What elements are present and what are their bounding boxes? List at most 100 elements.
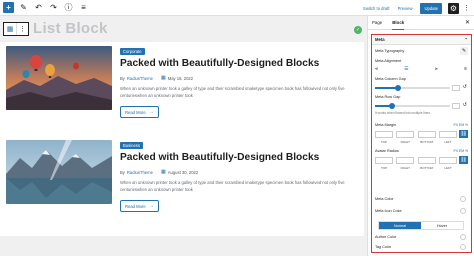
row-gap-slider[interactable] xyxy=(375,103,450,109)
typography-edit-icon[interactable]: ✎ xyxy=(460,47,468,55)
dim-label-right: RIGHT xyxy=(400,140,410,144)
margin-top-input[interactable] xyxy=(375,131,393,138)
margin-bottom-input[interactable] xyxy=(417,131,436,138)
row-gap-knob[interactable] xyxy=(389,103,396,109)
margin-right-input[interactable] xyxy=(396,131,415,138)
row-gap-help: It works when flowed into multiple lines xyxy=(375,111,430,115)
reset-icon[interactable]: ↺ xyxy=(463,84,467,90)
switch-to-draft-button[interactable]: Switch to draft xyxy=(363,6,390,11)
block-type-icon[interactable]: ▦ xyxy=(4,23,16,35)
dim-label-bottom: BOTTOM xyxy=(420,166,434,170)
sidebar-tabs: Page Block ✕ xyxy=(368,16,474,30)
post-thumbnail-balloons[interactable] xyxy=(6,46,112,110)
meta-row-gap-label: Meta Row Gap xyxy=(375,95,401,99)
meta-color-swatch[interactable] xyxy=(460,196,466,202)
post-title[interactable]: Packed with Beautifully-Designed Blocks xyxy=(120,152,319,163)
dim-label-top: TOP xyxy=(380,166,388,170)
margin-unit-selector[interactable]: PX EM % xyxy=(453,123,468,127)
redo-icon[interactable]: ↷ xyxy=(48,2,59,13)
align-right-icon[interactable]: ⫸ xyxy=(435,66,438,72)
avatar-unit-selector[interactable]: PX EM % xyxy=(453,149,468,153)
list-view-icon[interactable]: ≡ xyxy=(78,2,89,13)
hover-tab[interactable]: Hover xyxy=(421,222,463,229)
margin-left-input[interactable] xyxy=(438,131,457,138)
normal-tab[interactable]: Normal xyxy=(379,222,421,229)
meta-icon-color-label: Meta Icon Color xyxy=(375,209,402,213)
meta-column-gap-label: Meta Column Gap xyxy=(375,77,406,81)
meta-margin-label: Meta Margin xyxy=(375,123,397,127)
meta-panel-header[interactable]: Meta ⌃ xyxy=(372,35,471,45)
close-icon[interactable]: ✕ xyxy=(465,19,470,26)
align-justify-icon[interactable]: ≡ xyxy=(464,66,467,72)
margin-inputs xyxy=(375,131,457,138)
post-title[interactable]: Packed with Beautifully-Designed Blocks xyxy=(120,58,319,69)
dim-label-right: RIGHT xyxy=(400,166,410,170)
author-link[interactable]: RadiusTheme xyxy=(127,170,153,175)
block-toolbar: ▦ ⋮ xyxy=(3,22,29,36)
info-icon[interactable]: ⓘ xyxy=(63,2,74,13)
link-values-icon[interactable]: ⛓ xyxy=(459,130,468,138)
read-more-button[interactable]: Read More → xyxy=(120,106,159,118)
author-link[interactable]: RadiusTheme xyxy=(127,76,153,81)
dim-label-top: TOP xyxy=(380,140,388,144)
author-color-label: Author Color xyxy=(375,235,397,239)
tab-page[interactable]: Page xyxy=(372,16,382,30)
category-badge[interactable]: Corporate xyxy=(120,48,145,55)
column-gap-knob[interactable] xyxy=(395,85,402,91)
calendar-icon: ▦ xyxy=(160,75,166,81)
post-meta: By RadiusTheme ▦ May 18, 2022 xyxy=(120,75,193,81)
more-options-icon[interactable]: ⋮ xyxy=(463,4,470,12)
meta-color-label: Meta Color xyxy=(375,197,394,201)
meta-alignment-label: Meta Alignment xyxy=(375,59,402,63)
post-meta: By RadiusTheme ▦ August 30, 2022 xyxy=(120,169,198,175)
pen-icon[interactable]: ✎ xyxy=(18,2,29,13)
tab-block[interactable]: Block xyxy=(392,16,405,30)
block-heading: List Block xyxy=(33,20,108,37)
radius-top-input[interactable] xyxy=(375,157,393,164)
post-thumbnail-lake[interactable] xyxy=(6,140,112,204)
arrow-right-icon: → xyxy=(148,203,154,209)
reset-icon[interactable]: ↺ xyxy=(463,102,467,108)
align-left-icon[interactable]: ⫷ xyxy=(375,66,378,72)
link-values-icon[interactable]: ⛓ xyxy=(459,156,468,164)
tag-color-label: Tag Color xyxy=(375,245,392,249)
by-label: By xyxy=(120,169,125,175)
column-gap-input[interactable] xyxy=(452,85,460,91)
read-more-button[interactable]: Read More → xyxy=(120,200,159,212)
post-card: Business Packed with Beautifully-Designe… xyxy=(0,136,364,236)
radius-dim-labels: TOP RIGHT BOTTOM LEFT xyxy=(375,166,457,170)
read-more-label: Read More xyxy=(125,109,146,115)
radius-bottom-input[interactable] xyxy=(417,157,436,164)
chevron-up-icon: ⌃ xyxy=(464,37,468,42)
add-block-icon[interactable]: + xyxy=(3,2,14,13)
arrow-right-icon: → xyxy=(148,109,154,115)
meta-icon-color-swatch[interactable] xyxy=(460,208,466,214)
editor-canvas: ▦ ⋮ List Block ✓ Corporate Packed with B… xyxy=(0,16,367,256)
author-color-swatch[interactable] xyxy=(460,234,466,240)
dim-label-left: LEFT xyxy=(444,166,452,170)
preview-button[interactable]: Preview xyxy=(398,6,413,11)
meta-panel-title: Meta xyxy=(375,37,385,42)
radius-right-input[interactable] xyxy=(396,157,415,164)
meta-typography-label: Meta Typography xyxy=(375,49,405,53)
mountain-lake-image xyxy=(6,140,112,204)
post-excerpt: When an unknown printer took a galley of… xyxy=(120,86,345,98)
dim-label-left: LEFT xyxy=(444,140,452,144)
post-card: Corporate Packed with Beautifully-Design… xyxy=(0,42,364,142)
undo-icon[interactable]: ↶ xyxy=(33,2,44,13)
post-excerpt: When an unknown printer took a galley of… xyxy=(120,180,345,192)
settings-gear-icon[interactable]: ⚙ xyxy=(448,2,459,14)
tag-color-swatch[interactable] xyxy=(460,244,466,250)
dim-label-bottom: BOTTOM xyxy=(420,140,434,144)
post-date: May 18, 2022 xyxy=(167,75,194,81)
row-gap-input[interactable] xyxy=(452,103,460,109)
editor-toolbar: + ✎ ↶ ↷ ⓘ ≡ Switch to draft Preview Upda… xyxy=(0,0,474,16)
align-center-icon[interactable]: ☰ xyxy=(404,66,408,72)
column-gap-slider[interactable] xyxy=(375,85,450,91)
category-badge[interactable]: Business xyxy=(120,142,143,149)
status-check-icon: ✓ xyxy=(354,26,362,34)
by-label: By xyxy=(120,75,125,81)
radius-left-input[interactable] xyxy=(438,157,457,164)
block-options-icon[interactable]: ⋮ xyxy=(16,23,28,35)
update-button[interactable]: Update xyxy=(420,2,442,14)
